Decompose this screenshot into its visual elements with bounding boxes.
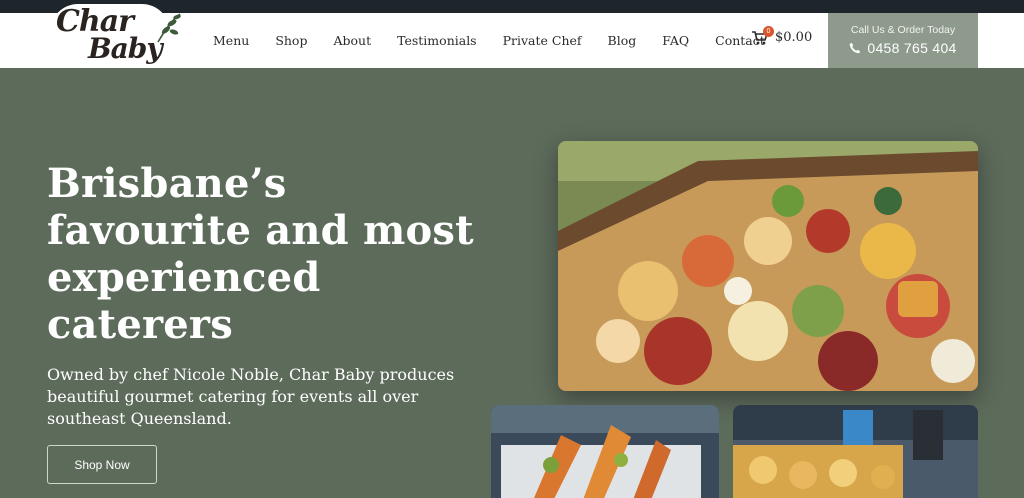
shop-now-button[interactable]: Shop Now (47, 445, 157, 484)
call-to-order-box[interactable]: Call Us & Order Today 0458 765 404 (828, 13, 978, 68)
phone-number-row: 0458 765 404 (828, 40, 978, 56)
char-baby-logo[interactable]: Char Baby (50, 4, 185, 66)
main-nav: Menu Shop About Testimonials Private Che… (200, 13, 778, 68)
hero-subtitle: Owned by chef Nicole Noble, Char Baby pr… (47, 365, 455, 428)
phone-icon (850, 42, 861, 54)
catering-service-photo (733, 405, 978, 498)
call-caption: Call Us & Order Today (850, 24, 956, 36)
grazing-table-photo (558, 141, 978, 391)
leaf-icon (157, 13, 181, 43)
nav-item-about[interactable]: About (333, 33, 371, 48)
nav-item-testimonials[interactable]: Testimonials (397, 33, 477, 48)
nav-item-private-chef[interactable]: Private Chef (503, 33, 582, 48)
nav-item-blog[interactable]: Blog (608, 33, 637, 48)
cart-count-badge: 0 (763, 26, 774, 37)
hero-title: Brisbane’s favourite and most experience… (47, 160, 474, 348)
cart-total: $0.00 (775, 30, 813, 45)
logo-text-line2: Baby (88, 32, 163, 65)
nav-item-shop[interactable]: Shop (275, 33, 307, 48)
cart-button[interactable]: 0 $0.00 (752, 26, 813, 45)
nav-item-faq[interactable]: FAQ (662, 33, 689, 48)
skewer-platter-photo (491, 405, 719, 498)
nav-item-menu[interactable]: Menu (213, 33, 249, 48)
phone-number: 0458 765 404 (867, 40, 957, 56)
